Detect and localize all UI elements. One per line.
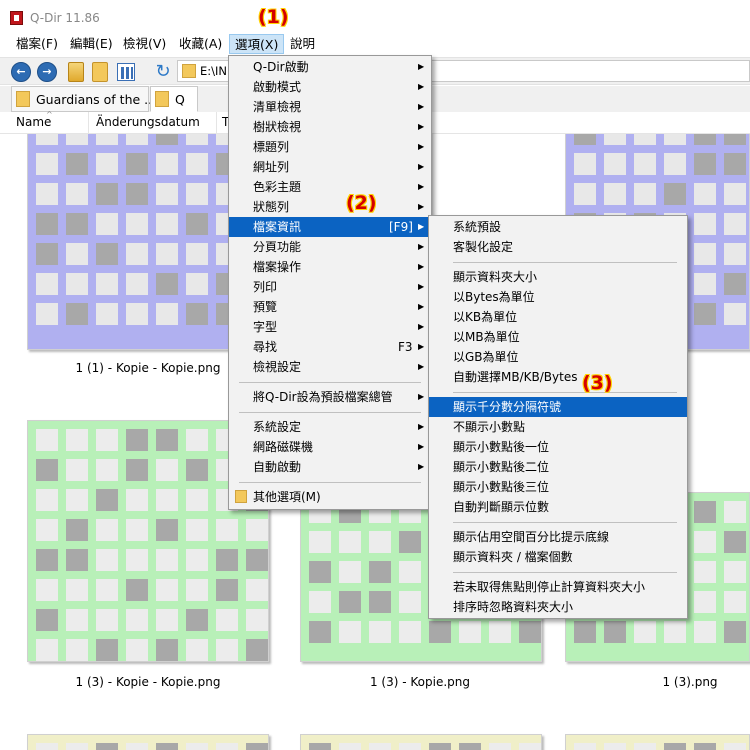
- menu-item-color-theme[interactable]: 色彩主題 ▶: [229, 177, 431, 197]
- submenu-item[interactable]: 排序時忽略資料夾大小: [429, 597, 687, 617]
- menu-item-system-settings[interactable]: 系統設定 ▶: [229, 417, 431, 437]
- menu-item-more-options[interactable]: 其他選項(M): [229, 487, 431, 507]
- menu-item-title-bar[interactable]: 標題列 ▶: [229, 137, 431, 157]
- file-name[interactable]: 1 (3) - Kopie.png: [300, 675, 540, 689]
- annotation-3: (3): [582, 372, 613, 394]
- submenu-item[interactable]: 顯示資料夾 / 檔案個數: [429, 547, 687, 567]
- submenu-item[interactable]: 顯示資料夾大小: [429, 267, 687, 287]
- submenu-item[interactable]: 系統預設: [429, 217, 687, 237]
- menu-file[interactable]: 檔案(F): [11, 34, 63, 54]
- menu-bar: 檔案(F) 編輯(E) 檢視(V) 收藏(A) 選項(X) 說明: [0, 32, 750, 56]
- new-folder-icon[interactable]: [92, 62, 108, 82]
- menu-item-find[interactable]: 尋找 F3 ▶: [229, 337, 431, 357]
- column-modified[interactable]: Änderungsdatum: [96, 115, 200, 129]
- menu-edit[interactable]: 編輯(E): [65, 34, 118, 54]
- file-name[interactable]: 1 (3) - Kopie - Kopie.png: [28, 675, 268, 689]
- menu-item-print[interactable]: 列印 ▶: [229, 277, 431, 297]
- tab-q[interactable]: Q: [150, 86, 198, 112]
- folder-icon: [235, 490, 247, 503]
- column-name[interactable]: Name: [16, 115, 51, 129]
- menu-item-qdir-startup[interactable]: Q-Dir啟動 ▶: [229, 57, 431, 77]
- annotation-1: (1): [258, 6, 289, 28]
- submenu-item-thousands-separator[interactable]: 顯示千分數分隔符號: [429, 397, 687, 417]
- title-bar: Q-Dir 11.86: [0, 0, 750, 32]
- menu-item-preview[interactable]: 預覽 ▶: [229, 297, 431, 317]
- submenu-item[interactable]: 不顯示小數點: [429, 417, 687, 437]
- menu-item-file-operations[interactable]: 檔案操作 ▶: [229, 257, 431, 277]
- submenu-item[interactable]: 顯示小數點後一位: [429, 437, 687, 457]
- menu-separator: [239, 482, 421, 483]
- menu-item-autostart[interactable]: 自動啟動 ▶: [229, 457, 431, 477]
- menu-help[interactable]: 說明: [285, 34, 320, 54]
- menu-item-tree-view[interactable]: 樹狀檢視 ▶: [229, 117, 431, 137]
- submenu-item[interactable]: 以Bytes為單位: [429, 287, 687, 307]
- column-divider[interactable]: [88, 112, 89, 134]
- folder-icon: [182, 64, 196, 78]
- file-thumbnail[interactable]: [27, 734, 269, 750]
- menu-separator: [453, 392, 677, 393]
- tab-guardians[interactable]: Guardians of the ...: [11, 86, 156, 112]
- menu-separator: [453, 262, 677, 263]
- submenu-item[interactable]: 自動判斷顯示位數: [429, 497, 687, 517]
- menu-separator: [239, 382, 421, 383]
- menu-item-set-default-explorer[interactable]: 將Q-Dir設為預設檔案總管 ▶: [229, 387, 431, 407]
- view-mode-icon[interactable]: [117, 63, 135, 81]
- menu-view[interactable]: 檢視(V): [118, 34, 171, 54]
- refresh-icon[interactable]: ↻: [153, 62, 173, 82]
- file-info-submenu: 系統預設 客製化設定 顯示資料夾大小 以Bytes為單位 以KB為單位 以MB為…: [428, 215, 688, 619]
- app-icon: [10, 11, 23, 25]
- submenu-item[interactable]: 顯示小數點後二位: [429, 457, 687, 477]
- submenu-item[interactable]: 若未取得焦點則停止計算資料夾大小: [429, 577, 687, 597]
- submenu-item[interactable]: 客製化設定: [429, 237, 687, 257]
- menu-item-font[interactable]: 字型 ▶: [229, 317, 431, 337]
- menu-separator: [453, 572, 677, 573]
- file-thumbnail[interactable]: [565, 734, 750, 750]
- submenu-item[interactable]: 以MB為單位: [429, 327, 687, 347]
- folder-icon: [155, 91, 169, 107]
- menu-separator: [453, 522, 677, 523]
- menu-item-status-bar[interactable]: 狀態列 ▶: [229, 197, 431, 217]
- folder-icon: [16, 91, 30, 107]
- up-folder-icon[interactable]: [68, 62, 84, 82]
- forward-arrow-icon[interactable]: [37, 62, 57, 82]
- menu-item-network-drive[interactable]: 網路磁碟機 ▶: [229, 437, 431, 457]
- menu-item-list-view[interactable]: 清單檢視 ▶: [229, 97, 431, 117]
- submenu-item[interactable]: 顯示小數點後三位: [429, 477, 687, 497]
- menu-item-address-bar[interactable]: 網址列 ▶: [229, 157, 431, 177]
- menu-item-tabs[interactable]: 分頁功能 ▶: [229, 237, 431, 257]
- tab-label: Guardians of the ...: [36, 92, 157, 107]
- submenu-item[interactable]: 以GB為單位: [429, 347, 687, 367]
- submenu-item[interactable]: 顯示佔用空間百分比提示底線: [429, 527, 687, 547]
- menu-item-view-settings[interactable]: 檢視設定 ▶: [229, 357, 431, 377]
- menu-separator: [239, 412, 421, 413]
- file-name[interactable]: 1 (3).png: [570, 675, 750, 689]
- file-thumbnail[interactable]: [300, 734, 542, 750]
- address-path: E:\INI: [200, 64, 231, 78]
- annotation-2: (2): [346, 192, 377, 214]
- menu-favorites[interactable]: 收藏(A): [174, 34, 227, 54]
- window-title: Q-Dir 11.86: [30, 11, 100, 25]
- back-arrow-icon[interactable]: [11, 62, 31, 82]
- column-divider[interactable]: [216, 112, 217, 134]
- submenu-item[interactable]: 自動選擇MB/KB/Bytes: [429, 367, 687, 387]
- menu-item-startup-mode[interactable]: 啟動模式 ▶: [229, 77, 431, 97]
- tab-label: Q: [175, 92, 185, 107]
- menu-options[interactable]: 選項(X): [229, 34, 285, 54]
- menu-item-file-info[interactable]: 檔案資訊 [F9] ▶: [229, 217, 431, 237]
- submenu-item[interactable]: 以KB為單位: [429, 307, 687, 327]
- options-menu: Q-Dir啟動 ▶ 啟動模式 ▶ 清單檢視 ▶ 樹狀檢視 ▶ 標題列 ▶ 網址列 ▶ 色彩主…: [228, 55, 432, 510]
